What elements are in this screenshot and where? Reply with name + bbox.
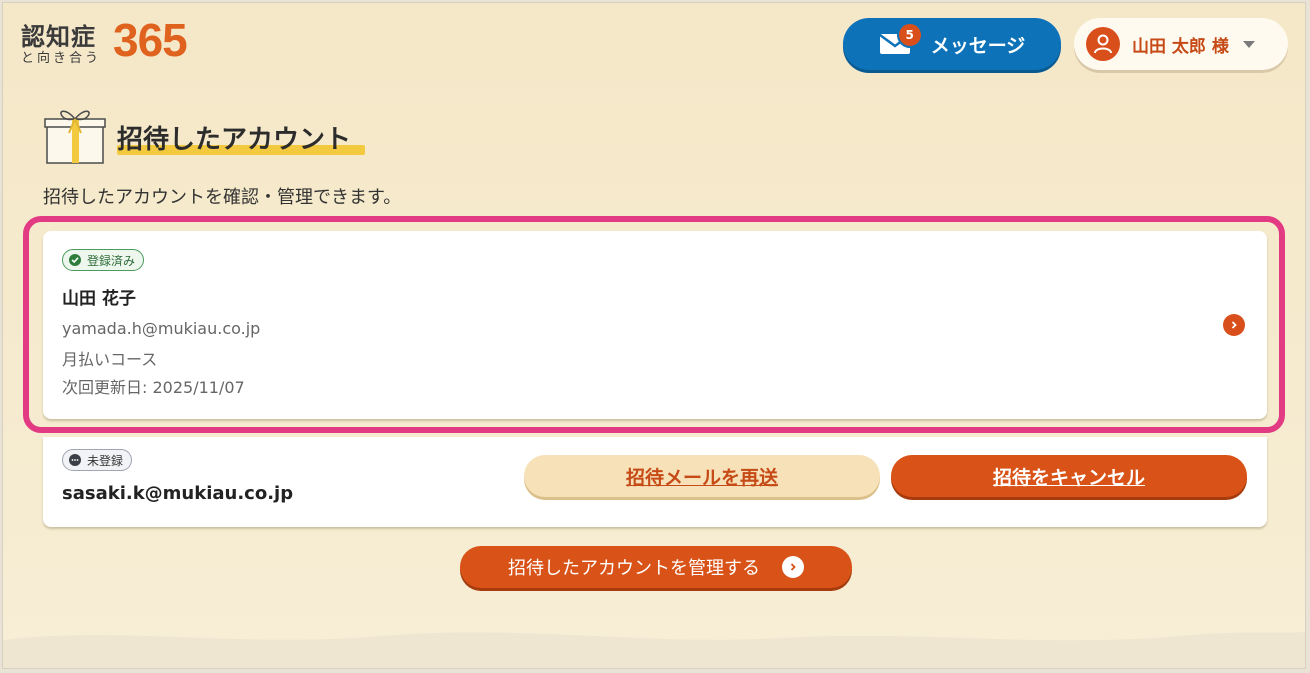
page-frame: 認知症 と向き合う 365 5 メッセージ 山田 太郎 様 招待したアカウント … bbox=[2, 2, 1306, 669]
status-badge: 未登録 bbox=[62, 449, 133, 471]
more-icon bbox=[69, 454, 81, 466]
cancel-invite-button[interactable]: 招待をキャンセル bbox=[891, 455, 1247, 497]
resend-invite-button[interactable]: 招待メールを再送 bbox=[524, 455, 880, 497]
decorative-wave bbox=[3, 632, 1305, 668]
account-name: 山田 花子 bbox=[62, 289, 136, 309]
manage-accounts-button[interactable]: 招待したアカウントを管理する bbox=[460, 546, 852, 588]
manage-accounts-label: 招待したアカウントを管理する bbox=[508, 558, 760, 579]
user-avatar-icon bbox=[1086, 27, 1120, 61]
status-badge-label: 未登録 bbox=[87, 453, 124, 468]
chevron-right-icon[interactable] bbox=[1223, 314, 1245, 336]
page-description: 招待したアカウントを確認・管理できます。 bbox=[43, 187, 402, 208]
account-email: sasaki.k@mukiau.co.jp bbox=[62, 483, 294, 504]
account-renewal-date: 次回更新日: 2025/11/07 bbox=[62, 378, 245, 397]
logo-number: 365 bbox=[113, 14, 188, 66]
chevron-right-icon bbox=[782, 556, 804, 578]
mail-icon: 5 bbox=[878, 22, 923, 56]
logo-sub-text: と向き合う bbox=[21, 51, 102, 66]
user-menu-button[interactable]: 山田 太郎 様 bbox=[1074, 18, 1288, 70]
account-card-pending: 未登録 sasaki.k@mukiau.co.jp 招待メールを再送 招待をキャ… bbox=[43, 437, 1267, 527]
gift-icon bbox=[44, 110, 106, 164]
status-badge-label: 登録済み bbox=[87, 253, 136, 268]
account-course: 月払いコース bbox=[62, 350, 158, 369]
message-button[interactable]: 5 メッセージ bbox=[843, 18, 1061, 70]
account-card-registered[interactable]: 登録済み 山田 花子 yamada.h@mukiau.co.jp 月払いコース … bbox=[43, 231, 1267, 419]
status-badge: 登録済み bbox=[62, 249, 145, 271]
page-title: 招待したアカウント bbox=[117, 125, 352, 155]
chevron-down-icon bbox=[1242, 40, 1255, 48]
account-email: yamada.h@mukiau.co.jp bbox=[62, 319, 261, 338]
check-icon bbox=[69, 254, 81, 266]
message-button-label: メッセージ bbox=[930, 34, 1026, 57]
user-name-label: 山田 太郎 様 bbox=[1132, 36, 1229, 57]
message-count-badge: 5 bbox=[896, 22, 923, 48]
